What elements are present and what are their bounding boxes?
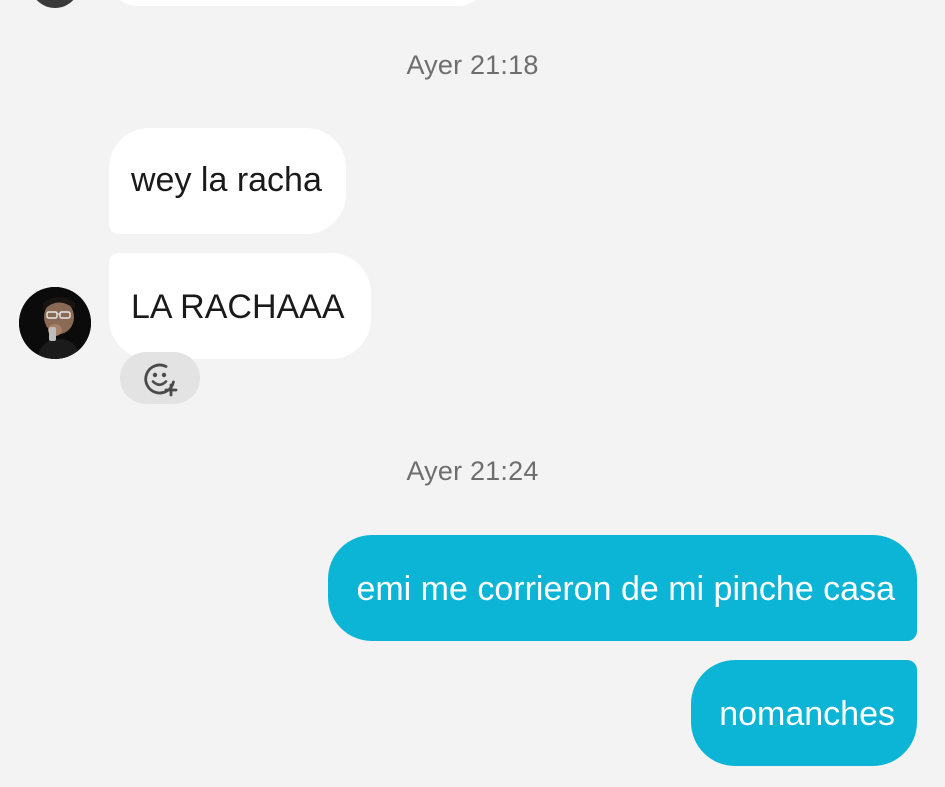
incoming-message-bubble[interactable]: LA RACHAAA [109,253,371,359]
previous-sender-avatar[interactable] [30,0,80,8]
timestamp-divider: Ayer 21:24 [406,456,539,486]
message-text: nomanches [719,695,895,733]
previous-message-bubble[interactable] [108,0,488,6]
contact-avatar-icon [19,287,91,359]
incoming-message-bubble[interactable]: wey la racha [109,128,346,234]
message-text: emi me corrieron de mi pinche casa [356,570,895,608]
outgoing-message-bubble[interactable]: nomanches [691,660,917,766]
add-reaction-button[interactable] [120,352,200,404]
message-text: LA RACHAAA [131,288,345,326]
add-reaction-icon [144,363,178,397]
outgoing-message-bubble[interactable]: emi me corrieron de mi pinche casa [328,535,917,641]
sender-avatar[interactable] [19,287,91,359]
message-text: wey la racha [131,161,322,199]
timestamp-divider: Ayer 21:18 [406,50,539,80]
